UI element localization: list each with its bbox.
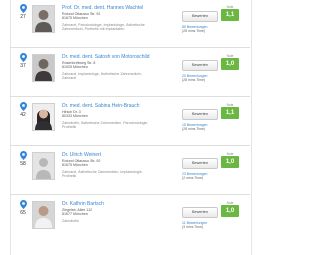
doctor-list-item[interactable]: 27 Prof. Dr. med. dent. Hannes Wachtel R… (10, 0, 250, 48)
map-pin-icon (19, 200, 27, 209)
rating-badge: 1,0 (221, 58, 239, 70)
distance-number: 65 (20, 210, 26, 216)
row-divider (10, 194, 250, 195)
doctor-name-link[interactable]: Dr. Ulrich Weinert (62, 152, 101, 158)
specialty-tags: Zahnärztin, Ästhetische Zahnmedizin, Par… (62, 121, 149, 130)
rate-button[interactable]: Bewerten (182, 158, 218, 169)
row-divider (10, 47, 250, 48)
rating-badge: 1,1 (221, 9, 239, 21)
row-divider (10, 96, 250, 97)
specialty-tags: Zahnärztin (62, 219, 79, 223)
wait-time: (28 mins Time) (182, 78, 206, 82)
rate-button[interactable]: Bewerten (182, 60, 218, 71)
map-pin-icon (19, 53, 27, 62)
location-marker: 65 (12, 200, 34, 216)
rate-button[interactable]: Bewerten (182, 109, 218, 120)
address-city: 81675 München (62, 163, 88, 168)
doctor-photo[interactable] (32, 201, 55, 229)
person-avatar-icon (33, 55, 54, 81)
map-pin-icon (19, 151, 27, 160)
doctor-address: Rosenbreitweg Str. 8 81925 München (62, 61, 95, 69)
row-divider (10, 145, 250, 146)
distance-number: 58 (20, 161, 26, 167)
person-avatar-icon (33, 6, 54, 32)
address-city: 81677 München (62, 212, 88, 217)
distance-number: 42 (20, 112, 26, 118)
wait-time: (2 mins Time) (182, 176, 204, 180)
address-city: 81675 München (62, 16, 88, 21)
specialty-tags: Zahnarzt, Implantologe, Ästhetische Zahn… (62, 72, 142, 81)
doctor-name-link[interactable]: Dr. Kathrin Bartsch (62, 201, 104, 207)
person-avatar-icon (33, 104, 54, 130)
doctor-photo[interactable] (32, 103, 55, 131)
location-marker: 42 (12, 102, 34, 118)
distance-number: 37 (20, 63, 26, 69)
specialty-tags: Zahnarzt, Ästhetische Zahnmedizin, Impla… (62, 170, 143, 179)
doctor-list-item[interactable]: 37 Dr. med. dent. Satosh von Motoroschil… (10, 49, 250, 97)
person-avatar-icon (33, 202, 54, 228)
location-marker: 37 (12, 53, 34, 69)
map-pin-icon (19, 102, 27, 111)
doctor-list-item[interactable]: 58 Dr. Ulrich Weinert Rotund Ottaussu St… (10, 147, 250, 195)
person-silhouette-icon (33, 153, 54, 179)
doctor-name-link[interactable]: Dr. med. dent. Satosh von Motoroschild (62, 54, 150, 60)
location-marker: 58 (12, 151, 34, 167)
doctor-address: Ziegelstr. Allee 112 81677 München (62, 208, 92, 216)
map-pin-icon (19, 4, 27, 13)
doctor-name-link[interactable]: Dr. med. dent. Sabina Hein-Brauch (62, 103, 140, 109)
doctor-address: Rotund Ottaussu Str. 92 81675 München (62, 12, 100, 20)
wait-time: (28 mins Time) (182, 127, 206, 131)
doctor-address: Rotund Ottaussu Str. 92 81675 München (62, 159, 100, 167)
rate-button[interactable]: Bewerten (182, 11, 218, 22)
specialty-tags: Zahnarzt, Parodontologe, Implantologe, Ä… (62, 23, 145, 32)
doctor-photo-placeholder[interactable] (32, 152, 55, 180)
doctor-name-link[interactable]: Prof. Dr. med. dent. Hannes Wachtel (62, 5, 143, 11)
wait-time: (3 mins Time) (182, 225, 204, 229)
rating-badge: 1,0 (221, 205, 239, 217)
location-marker: 27 (12, 4, 34, 20)
doctor-list-item[interactable]: 65 Dr. Kathrin Bartsch Ziegelstr. Allee … (10, 196, 250, 244)
doctor-address: Hirsch Dr. 3 80333 München (62, 110, 88, 118)
rating-badge: 1,0 (221, 156, 239, 168)
address-city: 81925 München (62, 65, 88, 70)
doctor-list-item[interactable]: 42 Dr. med. dent. Sabina Hein-Brauch Hir… (10, 98, 250, 146)
wait-time: (28 mins Time) (182, 29, 206, 33)
rating-badge: 1,1 (221, 107, 239, 119)
rate-button[interactable]: Bewerten (182, 207, 218, 218)
doctor-photo[interactable] (32, 5, 55, 33)
address-city: 80333 München (62, 114, 88, 119)
doctor-photo[interactable] (32, 54, 55, 82)
distance-number: 27 (20, 14, 26, 20)
